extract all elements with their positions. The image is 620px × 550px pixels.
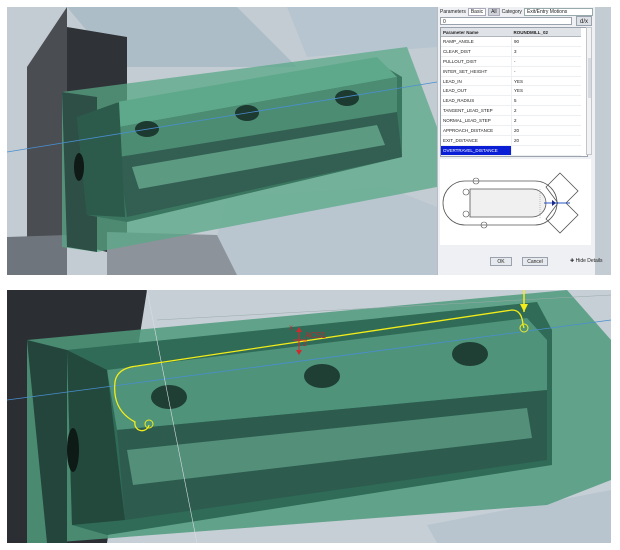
table-scrollbar[interactable] (586, 27, 592, 155)
table-row[interactable]: EXIT_DISTANCE 20 (441, 135, 581, 146)
table-row[interactable]: APPROACH_DISTANCE 20 (441, 125, 581, 136)
hide-details-label: Hide Details (575, 258, 603, 264)
lead-motion-diagram (440, 159, 591, 245)
column-header-name[interactable]: Parameter Name (441, 28, 512, 37)
param-value-cell[interactable]: 20 (511, 135, 581, 146)
csys-x-label: X (289, 326, 294, 332)
table-row[interactable]: RAMP_ANGLE 90 (441, 36, 581, 47)
parameter-search-input[interactable]: 0 (440, 17, 572, 25)
csys-label: ACS1 (305, 331, 326, 340)
param-value-cell[interactable] (511, 145, 581, 156)
hide-details-button[interactable]: ✚ Hide Details (570, 257, 603, 266)
param-value-cell[interactable]: 5 (511, 95, 581, 107)
param-value-cell[interactable]: 90 (511, 36, 581, 47)
table-row[interactable]: LEAD_IN YES (441, 76, 581, 87)
param-value-cell[interactable]: 20 (511, 125, 581, 136)
category-select[interactable]: Exit/Entry Motions (523, 8, 593, 16)
param-name-cell[interactable]: APPROACH_DISTANCE (441, 125, 512, 136)
param-value-cell[interactable]: - (511, 56, 581, 67)
column-header-value[interactable]: ROUNDMILL_02 (511, 28, 581, 37)
category-label: Category (501, 9, 522, 15)
table-row[interactable]: NORMAL_LEAD_STEP 2 (441, 115, 581, 127)
table-row[interactable]: SIDE_CLEARANCE0 (441, 155, 581, 156)
param-name-cell[interactable]: LEAD_RADIUS (441, 95, 512, 107)
cancel-button[interactable]: Cancel (522, 257, 548, 266)
ok-button[interactable]: OK (490, 257, 512, 266)
table-row[interactable]: LEAD_OUT YES (441, 85, 581, 97)
param-value-cell[interactable]: YES (511, 85, 581, 97)
table-row[interactable]: CLEAR_DIST 3 (441, 46, 581, 57)
param-name-cell[interactable]: LEAD_OUT (441, 85, 512, 97)
tab-basic[interactable]: Basic (467, 8, 487, 16)
param-name-cell[interactable]: TANGENT_LEAD_STEP (441, 105, 512, 117)
param-value-cell[interactable]: - (511, 66, 581, 77)
table-row[interactable]: OVERTRAVEL_DISTANCE (441, 145, 581, 156)
dialog-toolbar: Parameters Basic All Category Exit/Entry… (440, 7, 593, 17)
parameter-table: Parameter Name ROUNDMILL_02 RAMP_ANGLE 90… (440, 27, 588, 157)
param-name-cell[interactable]: SIDE_CLEARANCE (441, 155, 512, 156)
table-row[interactable]: LEAD_RADIUS 5 (441, 95, 581, 107)
parameters-label: Parameters (440, 9, 466, 15)
param-name-cell[interactable]: CLEAR_DIST (441, 46, 512, 57)
param-name-cell[interactable]: EXIT_DISTANCE (441, 135, 512, 146)
param-value-cell[interactable]: 3 (511, 46, 581, 57)
scrollbar-thumb[interactable] (588, 58, 591, 98)
table-row[interactable]: INTER_SET_HEIGHT - (441, 66, 581, 77)
model-viewport-top[interactable]: Parameters Basic All Category Exit/Entry… (7, 7, 611, 275)
tab-all[interactable]: All (488, 8, 500, 16)
table-row[interactable]: TANGENT_LEAD_STEP 2 (441, 105, 581, 117)
param-name-cell[interactable]: NORMAL_LEAD_STEP (441, 115, 512, 127)
parameters-dialog: Parameters Basic All Category Exit/Entry… (437, 7, 603, 275)
param-name-cell[interactable]: PULLOUT_DIST (441, 56, 512, 67)
param-value-cell[interactable]: 2 (511, 115, 581, 127)
param-name-cell[interactable]: RAMP_ANGLE (441, 36, 512, 47)
param-name-cell[interactable]: LEAD_IN (441, 76, 512, 87)
param-name-cell[interactable]: INTER_SET_HEIGHT (441, 66, 512, 77)
param-name-cell[interactable]: OVERTRAVEL_DISTANCE (441, 145, 512, 156)
param-value-cell[interactable]: 2 (511, 105, 581, 117)
csys-z-label: Z (303, 342, 307, 348)
param-value-cell[interactable]: 0 (511, 155, 581, 156)
table-row[interactable]: PULLOUT_DIST - (441, 56, 581, 67)
dx-button[interactable]: d/x (576, 16, 592, 26)
param-value-cell[interactable]: YES (511, 76, 581, 87)
model-viewport-bottom[interactable]: X Z ACS1 (7, 290, 611, 543)
